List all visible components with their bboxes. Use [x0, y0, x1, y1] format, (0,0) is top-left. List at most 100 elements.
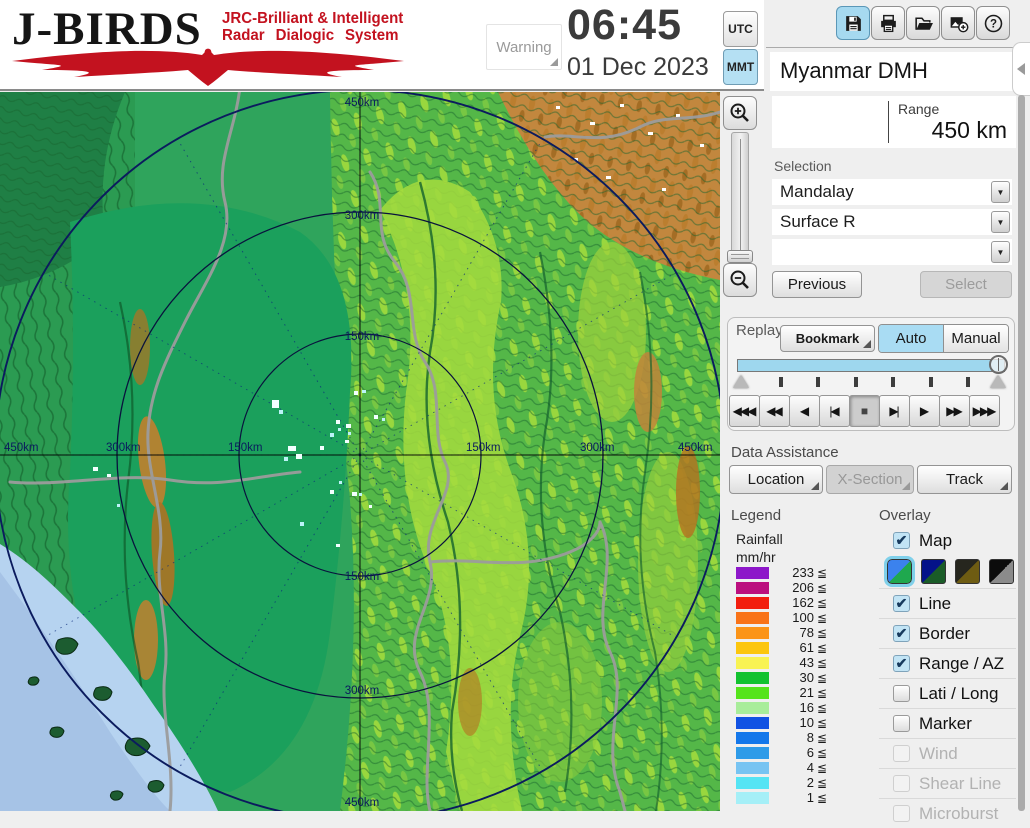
x-section-button[interactable]: X-Section [826, 465, 914, 494]
station-name-box: Myanmar DMH [770, 52, 1016, 91]
map-style-1[interactable] [887, 559, 912, 584]
rain-echo [320, 446, 324, 450]
step-forward-button[interactable]: ▶| [879, 395, 910, 427]
map-style-3[interactable] [955, 559, 980, 584]
select-button[interactable]: Select [920, 271, 1012, 298]
legend-color-swatch [736, 612, 769, 624]
legend-value: 16 [769, 700, 814, 715]
replay-slider-thumb[interactable] [989, 355, 1008, 374]
panel-scrollbar[interactable] [1018, 95, 1025, 811]
bookmark-button[interactable]: Bookmark [780, 325, 875, 352]
site-dropdown[interactable]: Mandalay ▼ [772, 179, 1012, 205]
zoom-in-icon [728, 101, 752, 125]
rewind-button[interactable]: ◀◀ [759, 395, 790, 427]
panel-collapse-handle[interactable] [1012, 42, 1030, 96]
fast-forward-button[interactable]: ▶▶▶ [969, 395, 1000, 427]
open-folder-button[interactable] [906, 6, 940, 40]
legend-color-swatch [736, 642, 769, 654]
play-button[interactable]: ▶ [909, 395, 940, 427]
rain-echo [352, 492, 357, 496]
rain-echo [369, 505, 372, 508]
legend-value: 10 [769, 715, 814, 730]
play-reverse-button[interactable]: ◀ [789, 395, 820, 427]
legend-row: 4≦ [736, 760, 836, 775]
overlay-item-label: Lati / Long [919, 684, 998, 704]
fast-rewind-button[interactable]: ◀◀◀ [729, 395, 760, 427]
map-style-2[interactable] [921, 559, 946, 584]
overlay-options: ✔Map✔Line✔Border✔Range / AZLati / LongMa… [879, 526, 1016, 828]
playback-controls: ◀◀◀◀◀◀|◀■▶|▶▶▶▶▶▶ [729, 395, 999, 427]
chevron-down-icon[interactable]: ▼ [991, 211, 1010, 233]
legend-color-swatch [736, 687, 769, 699]
line-checkbox[interactable]: ✔ [893, 595, 910, 612]
legend-operator: ≦ [817, 671, 827, 685]
overlay-item-label: Shear Line [919, 774, 1001, 794]
chevron-down-icon[interactable]: ▼ [991, 241, 1010, 263]
rain-echo [107, 474, 111, 477]
wind-checkbox [893, 745, 910, 762]
help-button[interactable]: ? [976, 6, 1010, 40]
clock-date: 01 Dec 2023 [567, 53, 709, 82]
legend-row: 43≦ [736, 655, 836, 670]
stop-button[interactable]: ■ [849, 395, 880, 427]
previous-button[interactable]: Previous [772, 271, 862, 298]
timeline-tick [966, 377, 970, 387]
location-button[interactable]: Location [729, 465, 823, 494]
timezone-mmt-button[interactable]: MMT [723, 49, 758, 85]
legend-operator: ≦ [817, 641, 827, 655]
legend-color-swatch [736, 717, 769, 729]
ring-label: 450km [678, 442, 713, 454]
range-az-checkbox[interactable]: ✔ [893, 655, 910, 672]
rain-echo [354, 391, 358, 395]
warning-button[interactable]: Warning [486, 24, 562, 70]
marker-checkbox[interactable] [893, 715, 910, 732]
legend-operator: ≦ [817, 791, 827, 805]
zoom-slider-thumb[interactable] [727, 250, 753, 263]
manual-mode-button[interactable]: Manual [944, 325, 1008, 352]
save-icon [843, 13, 864, 34]
legend-color-swatch [736, 702, 769, 714]
forward-button[interactable]: ▶▶ [939, 395, 970, 427]
rain-echo [279, 410, 283, 414]
chevron-down-icon[interactable]: ▼ [991, 181, 1010, 203]
print-button[interactable] [871, 6, 905, 40]
border-checkbox[interactable]: ✔ [893, 625, 910, 642]
add-image-button[interactable] [941, 6, 975, 40]
timeline-end-marker[interactable] [990, 375, 1006, 388]
site-dropdown-value: Mandalay [780, 182, 854, 202]
rain-echo [296, 454, 302, 459]
legend-value: 21 [769, 685, 814, 700]
microburst-checkbox [893, 805, 910, 822]
track-button[interactable]: Track [917, 465, 1012, 494]
overlay-item-shear-line: Shear Line [879, 768, 1016, 798]
zoom-out-button[interactable] [723, 263, 757, 297]
replay-timeline-slider[interactable] [737, 359, 1005, 372]
legend-row: 162≦ [736, 595, 836, 610]
step-back-button[interactable]: |◀ [819, 395, 850, 427]
legend-operator: ≦ [817, 686, 827, 700]
map-style-4[interactable] [989, 559, 1014, 584]
legend-value: 6 [769, 745, 814, 760]
header-bar: J-BIRDS JRC-Brilliant & Intelligent Rada… [0, 0, 764, 91]
add-image-icon [948, 13, 969, 34]
radar-map[interactable]: 450km300km150km150km300km450km450km300km… [0, 92, 720, 811]
print-icon [878, 13, 899, 34]
range-display: Range 450 km [772, 96, 1016, 148]
rain-echo [336, 544, 340, 547]
zoom-slider-rail [740, 139, 741, 255]
help-icon: ? [983, 13, 1004, 34]
legend-value: 206 [769, 580, 814, 595]
rain-echo [300, 522, 304, 526]
timeline-start-marker[interactable] [733, 375, 749, 388]
map-checkbox[interactable]: ✔ [893, 532, 910, 549]
zoom-in-button[interactable] [723, 96, 757, 130]
product-dropdown[interactable]: Surface R ▼ [772, 209, 1012, 235]
lati-long-checkbox[interactable] [893, 685, 910, 702]
ring-label: 150km [345, 331, 380, 343]
zoom-slider[interactable] [731, 132, 749, 261]
legend-color-swatch [736, 672, 769, 684]
extra-dropdown[interactable]: ▼ [772, 239, 1012, 265]
save-button[interactable] [836, 6, 870, 40]
auto-mode-button[interactable]: Auto [879, 325, 944, 352]
timezone-utc-button[interactable]: UTC [723, 11, 758, 47]
